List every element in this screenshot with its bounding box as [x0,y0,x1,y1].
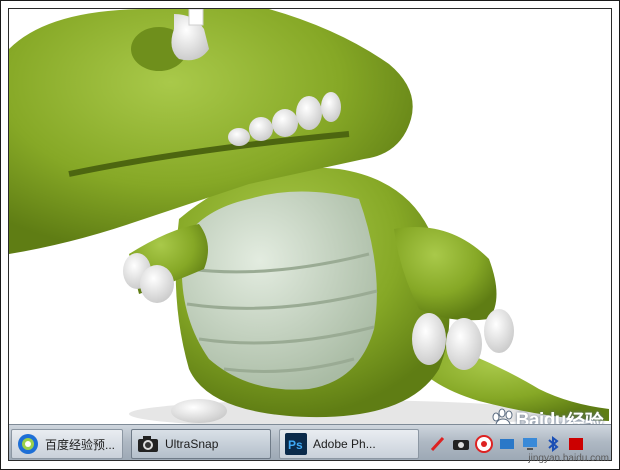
camera-icon [138,436,158,452]
adobe-icon[interactable] [567,435,585,453]
taskbar: 百度经验预... UltraSnap Ps Adobe Ph... [9,424,611,460]
taskbar-item-baidu[interactable]: 百度经验预... [11,429,123,459]
red-badge-icon[interactable] [475,435,493,453]
taskbar-label: UltraSnap [165,437,219,451]
taskbar-label: Adobe Ph... [313,437,376,451]
network-icon[interactable] [498,435,516,453]
camera-small-icon[interactable] [452,435,470,453]
taskbar-item-photoshop[interactable]: Ps Adobe Ph... [279,429,419,459]
desktop-window: Bai du 经验 百度经验预... UltraSnap Ps Adobe Ph… [8,8,612,461]
photoshop-icon: Ps [285,433,307,455]
red-pen-icon[interactable] [429,435,447,453]
screenshot-frame: Bai du 经验 百度经验预... UltraSnap Ps Adobe Ph… [0,0,620,470]
baidu-browser-icon [18,434,38,454]
bluetooth-icon[interactable] [544,435,562,453]
computer-icon[interactable] [521,435,539,453]
svg-text:Ps: Ps [288,438,303,452]
taskbar-label: 百度经验预... [45,437,116,452]
watermark-url: jingyan.baidu.com [528,453,609,464]
dinosaur-wallpaper [9,9,611,424]
taskbar-item-ultrasnap[interactable]: UltraSnap [131,429,271,459]
